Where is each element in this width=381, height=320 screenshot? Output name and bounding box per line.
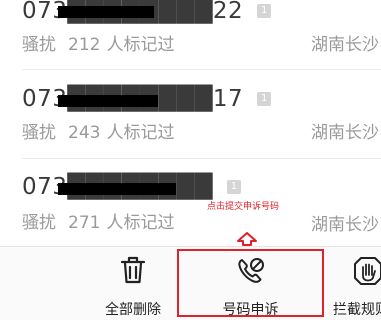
category-label: 骚扰 xyxy=(22,213,56,233)
mark-count-suffix: 人标记过 xyxy=(106,123,175,143)
tag-icon: 1 xyxy=(257,92,272,106)
block-rules-label: 拦截规则 xyxy=(333,302,381,318)
divider xyxy=(22,69,381,70)
trash-icon xyxy=(120,256,146,284)
list-item[interactable]: 073████████17 1 骚扰243人标记过 湖南长沙 xyxy=(0,78,381,158)
mark-count-suffix: 人标记过 xyxy=(106,213,175,233)
redaction-bar xyxy=(58,95,158,107)
redaction-bar xyxy=(58,183,176,195)
mark-count: 271 xyxy=(68,213,101,233)
delete-all-label: 全部删除 xyxy=(105,302,161,318)
location-label: 湖南长沙 xyxy=(311,123,379,143)
category-label: 骚扰 xyxy=(22,35,56,55)
block-rules-button[interactable]: 拦截规则 xyxy=(330,247,381,320)
delete-all-button[interactable]: 全部删除 xyxy=(95,247,171,320)
arrow-up-icon xyxy=(237,232,257,246)
hand-stop-icon xyxy=(354,257,381,285)
appeal-highlight-box xyxy=(177,249,324,317)
appeal-hint-text: 点击提交申诉号码 xyxy=(207,202,280,212)
list-item[interactable]: 073████████22 1 骚扰212人标记过 湖南长沙 xyxy=(0,0,381,72)
mark-count: 212 xyxy=(68,35,101,55)
mark-count: 243 xyxy=(68,123,101,143)
tag-icon: 1 xyxy=(257,4,272,18)
category-label: 骚扰 xyxy=(22,123,56,143)
marked-number-list: 073████████22 1 骚扰212人标记过 湖南长沙 073██████… xyxy=(0,0,381,246)
location-label: 湖南长沙 xyxy=(311,35,379,55)
divider xyxy=(22,158,381,159)
mark-count-suffix: 人标记过 xyxy=(106,35,175,55)
tag-icon: 1 xyxy=(226,180,241,194)
redaction-bar xyxy=(58,6,154,18)
location-label: 湖南长沙 xyxy=(311,215,379,235)
list-item[interactable]: 073████████ 1 骚扰271人标记过 湖南长沙 xyxy=(0,166,381,246)
